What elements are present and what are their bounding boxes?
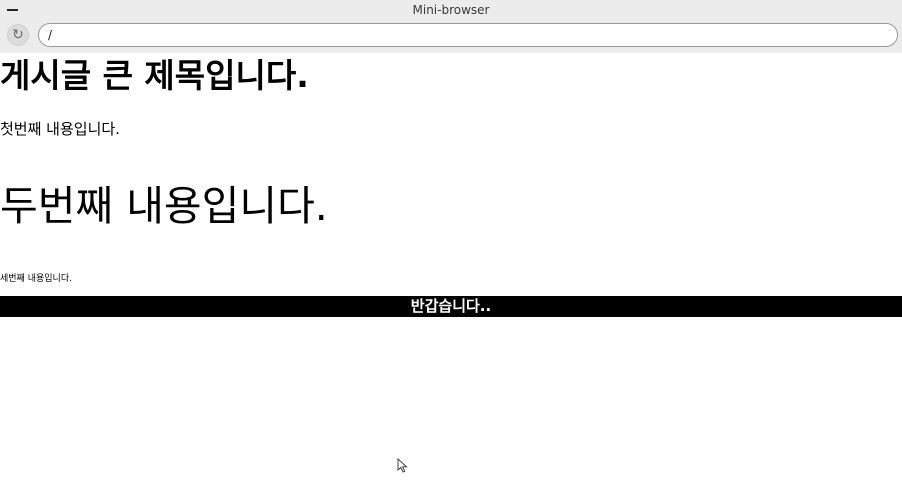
title-bar: Mini-browser — [0, 0, 902, 22]
reload-icon[interactable]: ↻ — [7, 24, 29, 46]
page-heading: 게시글 큰 제목입니다. — [0, 56, 309, 95]
mouse-cursor-icon — [397, 458, 408, 473]
second-paragraph: 두번째 내용입니다. — [0, 182, 328, 230]
url-input[interactable] — [38, 23, 898, 47]
browser-toolbar: ↻ — [0, 22, 902, 53]
welcome-banner: 반갑습니다.. — [0, 296, 902, 317]
window-title: Mini-browser — [412, 3, 490, 17]
first-paragraph: 첫번째 내용입니다. — [0, 120, 120, 138]
third-paragraph: 세번째 내용입니다. — [0, 274, 72, 284]
